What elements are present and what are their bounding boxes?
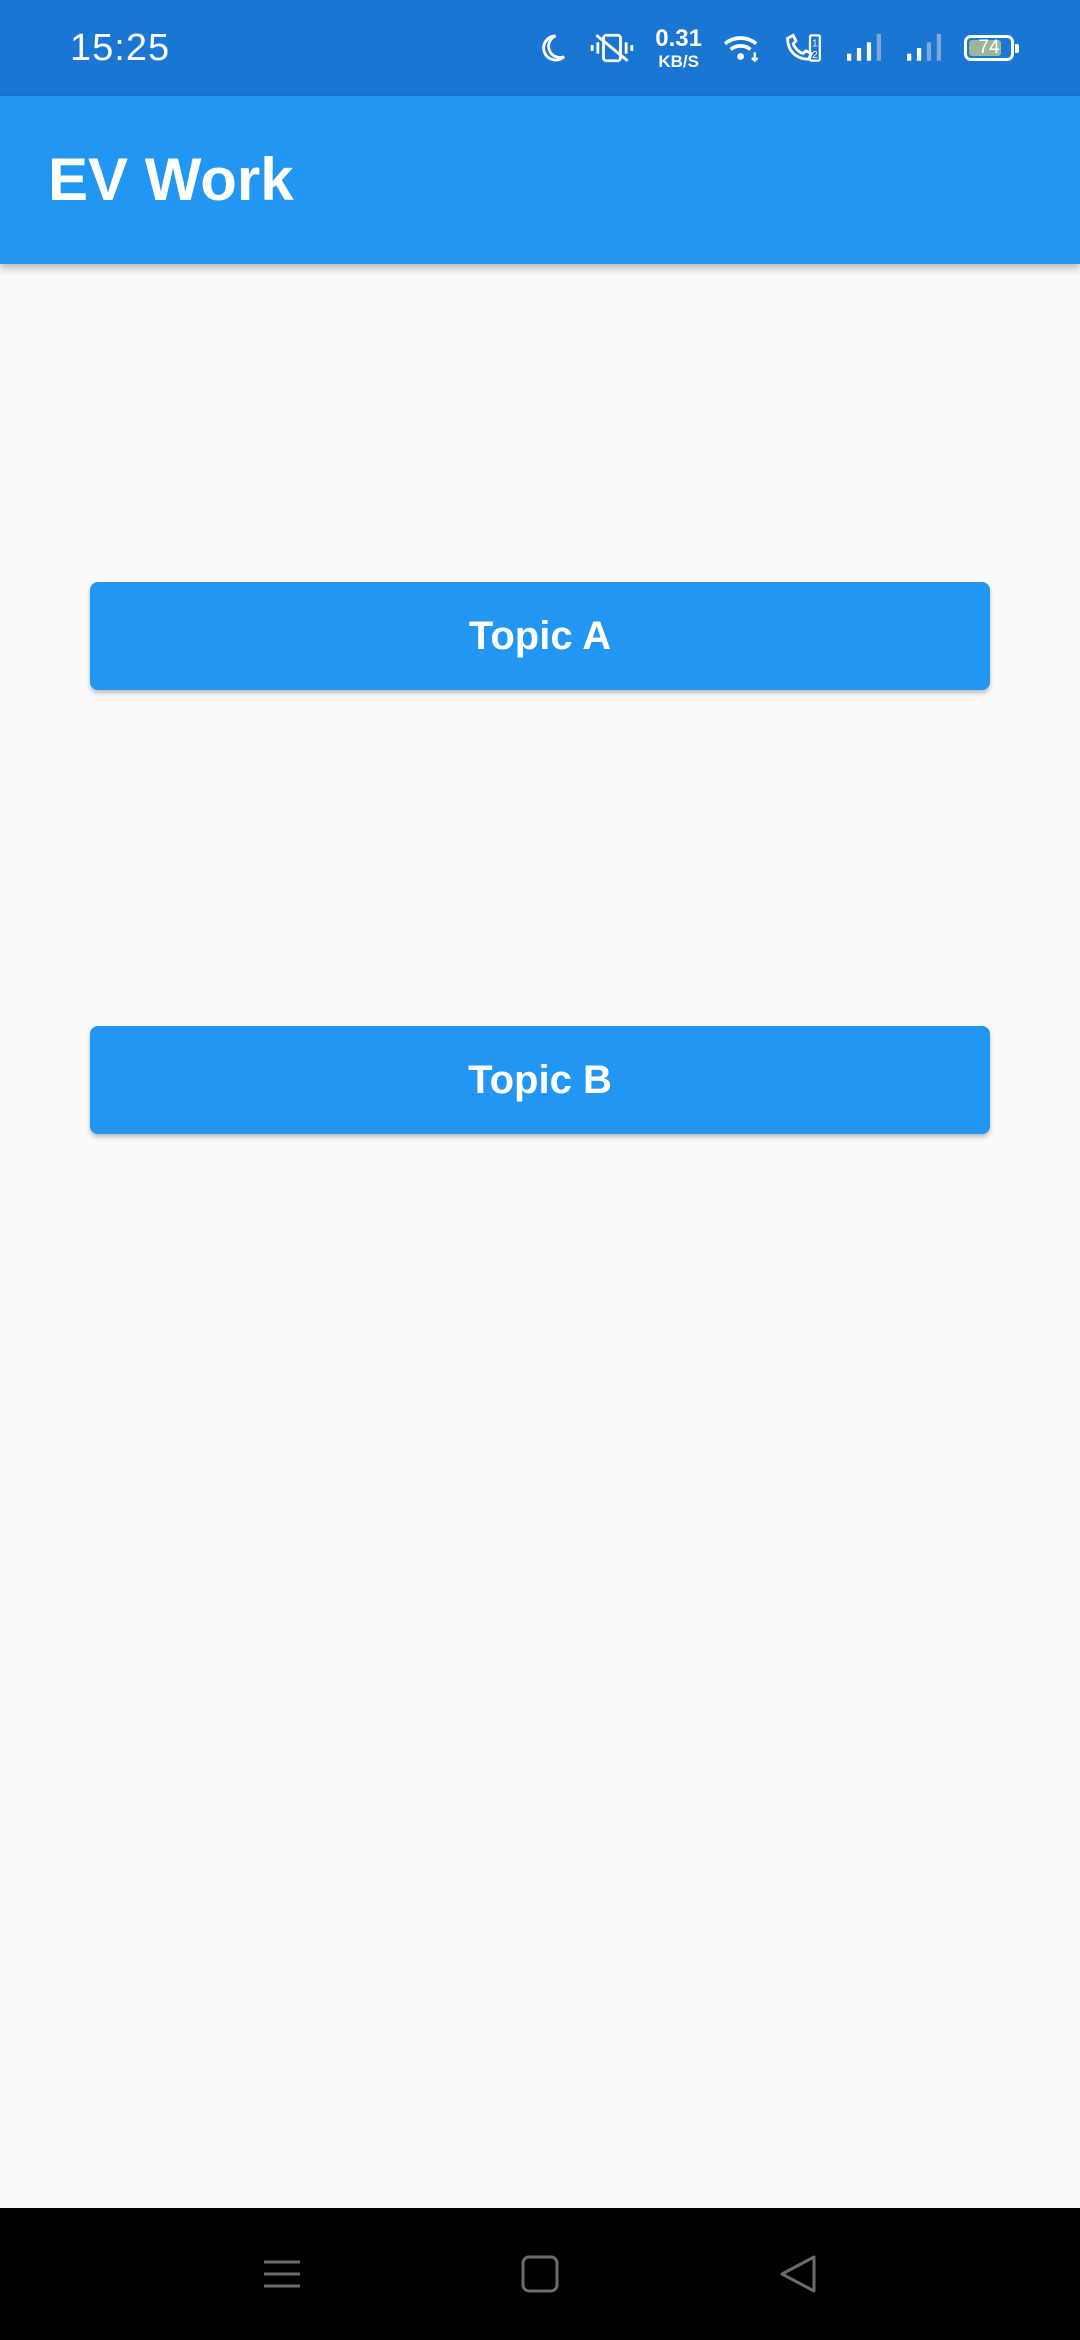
- vibrate-icon: [589, 31, 635, 65]
- wifi-calling-icon: 12: [782, 31, 824, 65]
- home-icon[interactable]: [500, 2234, 580, 2314]
- signal-sim1-icon: [844, 31, 884, 65]
- net-speed-value: 0.31: [655, 24, 702, 52]
- screen: 15:25 0.31 KB/S 12 74 EV Work Topic A To…: [0, 0, 1080, 2340]
- back-icon[interactable]: [758, 2234, 838, 2314]
- topic-a-button[interactable]: Topic A: [90, 582, 990, 690]
- app-title: EV Work: [48, 146, 294, 213]
- app-bar: EV Work: [0, 96, 1080, 264]
- topic-b-button[interactable]: Topic B: [90, 1026, 990, 1134]
- net-speed: 0.31 KB/S: [655, 24, 702, 71]
- svg-text:2: 2: [812, 50, 817, 61]
- status-time: 15:25: [70, 27, 171, 69]
- wifi-icon: [722, 31, 762, 65]
- signal-sim2-icon: [904, 31, 944, 65]
- net-speed-unit: KB/S: [658, 51, 699, 71]
- status-bar: 15:25 0.31 KB/S 12 74: [0, 0, 1080, 96]
- moon-icon: [535, 31, 569, 65]
- svg-text:1: 1: [812, 39, 817, 50]
- battery-level: 74: [978, 37, 1000, 58]
- navigation-bar: [0, 2208, 1080, 2340]
- menu-icon[interactable]: [242, 2234, 322, 2314]
- status-icons: 0.31 KB/S 12 74: [535, 22, 1019, 74]
- battery-icon: 74: [964, 35, 1019, 61]
